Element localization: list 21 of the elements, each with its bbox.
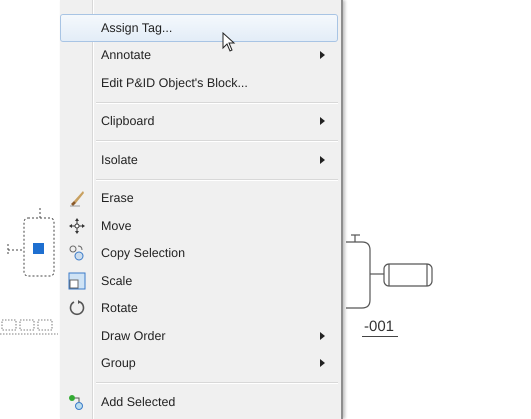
rotate-icon [68, 299, 86, 318]
move-icon [68, 216, 86, 235]
menu-item[interactable]: Edit P&ID Object's Block... [60, 69, 338, 96]
scale-icon [68, 272, 86, 290]
menu-item[interactable]: Group [60, 350, 338, 377]
menu-item[interactable]: Assign Tag... [60, 14, 338, 42]
menu-item[interactable]: Copy Selection [60, 240, 338, 267]
menu-item[interactable]: Add Selected [60, 388, 338, 416]
copy-icon [68, 244, 86, 262]
menu-item[interactable]: Erase [60, 184, 338, 212]
menu-item[interactable]: Annotate [60, 42, 338, 69]
menu-item[interactable]: Move [60, 212, 338, 240]
menu-item[interactable]: Scale [60, 267, 338, 294]
menu-item[interactable]: Clipboard [60, 108, 338, 135]
menu-item[interactable]: Isolate [60, 146, 338, 174]
menu-item[interactable]: Draw Order [60, 322, 338, 350]
eraser-icon [68, 189, 86, 208]
mouse-pointer-icon [222, 32, 236, 52]
menu-item[interactable]: Rotate [60, 294, 338, 322]
add-selected-icon [68, 392, 86, 411]
tag-label: -001 [362, 318, 398, 337]
